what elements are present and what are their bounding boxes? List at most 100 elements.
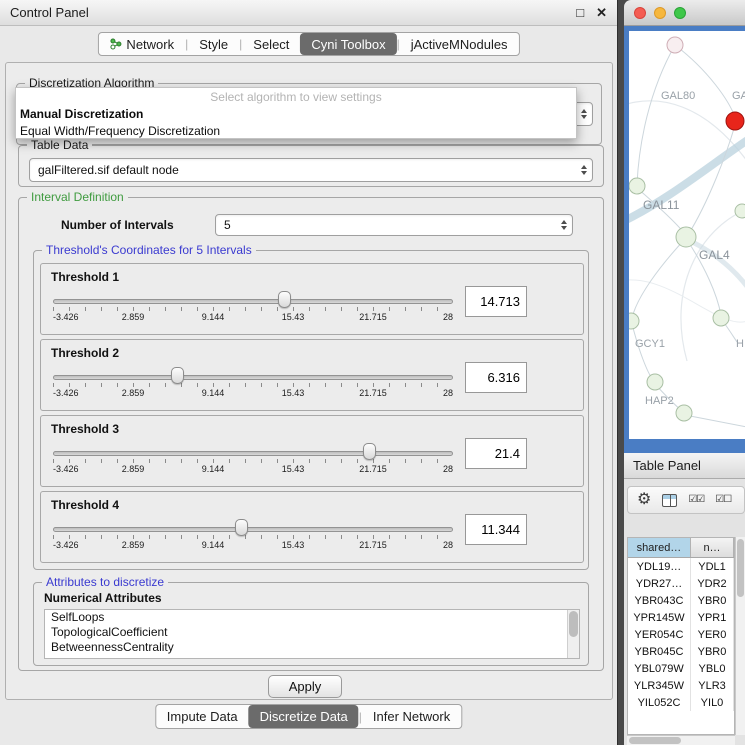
scale-label: -3.426 bbox=[53, 464, 79, 474]
threshold-3-slider[interactable]: -3.426 2.859 9.144 15.43 21.715 28 bbox=[53, 442, 453, 482]
screen: Control Panel □ ✕ Network | Style | Sele… bbox=[0, 0, 745, 745]
threshold-2-slider[interactable]: -3.426 2.859 9.144 15.43 21.715 28 bbox=[53, 366, 453, 406]
node-label: HAP2 bbox=[645, 395, 674, 407]
select-all-columns-icon[interactable]: ☑☑ bbox=[688, 495, 704, 505]
column-header-shared-name[interactable]: shared… bbox=[628, 538, 691, 557]
threshold-4-value-field[interactable]: 11.344 bbox=[465, 514, 527, 545]
table-cell[interactable]: YIL0 bbox=[691, 694, 734, 711]
list-item[interactable]: BetweennessCentrality bbox=[45, 640, 579, 655]
scrollbar-thumb[interactable] bbox=[737, 539, 744, 597]
table-cell[interactable]: YBR043C bbox=[628, 592, 691, 609]
close-traffic-light-icon[interactable] bbox=[634, 7, 646, 19]
table-cell[interactable]: YPR1 bbox=[691, 609, 734, 626]
network-node[interactable] bbox=[676, 405, 692, 421]
tab-impute-data[interactable]: Impute Data bbox=[156, 705, 249, 728]
scrollbar-thumb[interactable] bbox=[569, 611, 578, 637]
slider-thumb-icon[interactable] bbox=[363, 443, 376, 460]
threshold-4-slider[interactable]: -3.426 2.859 9.144 15.43 21.715 28 bbox=[53, 518, 453, 558]
number-of-intervals-label: Number of Intervals bbox=[61, 218, 174, 232]
threshold-label: Threshold 4 bbox=[51, 498, 119, 512]
slider-thumb-icon[interactable] bbox=[235, 519, 248, 536]
slider-ticks bbox=[53, 307, 453, 311]
node-label: GAL4 bbox=[699, 248, 730, 262]
slider-thumb-icon[interactable] bbox=[171, 367, 184, 384]
float-window-icon[interactable]: □ bbox=[576, 5, 584, 20]
table-cell[interactable]: YBR0 bbox=[691, 592, 734, 609]
network-node[interactable] bbox=[676, 227, 696, 247]
table-horizontal-scrollbar[interactable] bbox=[627, 735, 735, 745]
show-columns-icon[interactable] bbox=[662, 494, 677, 507]
apply-button[interactable]: Apply bbox=[268, 675, 342, 698]
minimize-traffic-light-icon[interactable] bbox=[654, 7, 666, 19]
node-attribute-table: shared… n… YDL19… YDL1 YDR27… YDR2 YBR04… bbox=[627, 537, 735, 735]
scrollbar-thumb[interactable] bbox=[629, 737, 681, 744]
list-scrollbar[interactable] bbox=[567, 610, 579, 658]
table-row: YDL19… YDL1 bbox=[628, 558, 734, 575]
tab-network[interactable]: Network bbox=[98, 33, 185, 55]
tab-infer-network[interactable]: Infer Network bbox=[362, 705, 461, 728]
table-cell[interactable]: YIL052C bbox=[628, 694, 691, 711]
slider-thumb-icon[interactable] bbox=[278, 291, 291, 308]
scale-label: 9.144 bbox=[202, 540, 225, 550]
network-edge bbox=[632, 239, 685, 318]
network-node[interactable] bbox=[713, 310, 729, 326]
table-toolbar: ⚙ ☑☑ ☑☐ bbox=[627, 486, 745, 514]
settings-gear-icon[interactable]: ⚙ bbox=[637, 492, 651, 508]
threshold-1-value-field[interactable]: 14.713 bbox=[465, 286, 527, 317]
network-node[interactable] bbox=[647, 374, 663, 390]
table-data-select[interactable]: galFiltered.sif default node bbox=[29, 158, 593, 182]
column-header-name[interactable]: n… bbox=[691, 538, 734, 557]
table-cell[interactable]: YPR145W bbox=[628, 609, 691, 626]
scale-label: 28 bbox=[443, 312, 453, 322]
network-node[interactable] bbox=[629, 178, 645, 194]
number-of-intervals-select[interactable]: 5 bbox=[215, 214, 573, 236]
cyni-toolbox-panel: Discretization Algorithm Select algorith… bbox=[5, 62, 613, 700]
tab-style[interactable]: Style bbox=[188, 33, 239, 55]
control-panel: Control Panel □ ✕ Network | Style | Sele… bbox=[0, 0, 618, 745]
scale-label: 2.859 bbox=[122, 540, 145, 550]
list-item[interactable]: TopologicalCoefficient bbox=[45, 625, 579, 640]
scale-label: 9.144 bbox=[202, 388, 225, 398]
network-node[interactable] bbox=[629, 313, 639, 329]
scale-label: 9.144 bbox=[202, 312, 225, 322]
numerical-attributes-label: Numerical Attributes bbox=[44, 591, 162, 605]
threshold-2-value-field[interactable]: 6.316 bbox=[465, 362, 527, 393]
table-cell[interactable]: YBR0 bbox=[691, 643, 734, 660]
close-icon[interactable]: ✕ bbox=[596, 5, 607, 21]
dropdown-option-equal-width-frequency[interactable]: Equal Width/Frequency Discretization bbox=[16, 122, 576, 139]
numerical-attributes-list[interactable]: SelfLoops TopologicalCoefficient Between… bbox=[44, 609, 580, 659]
table-cell[interactable]: YBR045C bbox=[628, 643, 691, 660]
clear-column-selection-icon[interactable]: ☑☐ bbox=[715, 495, 731, 505]
network-canvas[interactable]: GAL80 GA GAL11 GAL4 GCY1 H HAP2 bbox=[629, 31, 745, 439]
table-vertical-scrollbar[interactable] bbox=[735, 537, 745, 735]
table-cell[interactable]: YDR27… bbox=[628, 575, 691, 592]
list-item[interactable]: SelfLoops bbox=[45, 610, 579, 625]
tab-jactivemnodules[interactable]: jActiveMNodules bbox=[400, 33, 519, 55]
network-edge bbox=[637, 45, 675, 184]
table-cell[interactable]: YDL1 bbox=[691, 558, 734, 575]
tab-cyni-toolbox[interactable]: Cyni Toolbox bbox=[300, 33, 396, 55]
network-node[interactable] bbox=[735, 204, 745, 218]
table-cell[interactable]: YER054C bbox=[628, 626, 691, 643]
table-cell[interactable]: YBL0 bbox=[691, 660, 734, 677]
scale-label: -3.426 bbox=[53, 540, 79, 550]
table-cell[interactable]: YLR345W bbox=[628, 677, 691, 694]
table-cell[interactable]: YDR2 bbox=[691, 575, 734, 592]
network-node-selected[interactable] bbox=[726, 112, 744, 130]
slider-ticks bbox=[53, 383, 453, 387]
control-panel-title: Control Panel bbox=[10, 5, 564, 20]
table-cell[interactable]: YLR3 bbox=[691, 677, 734, 694]
scale-label: 21.715 bbox=[359, 540, 387, 550]
network-node[interactable] bbox=[667, 37, 683, 53]
tab-select[interactable]: Select bbox=[242, 33, 300, 55]
table-cell[interactable]: YBL079W bbox=[628, 660, 691, 677]
table-cell[interactable]: YER0 bbox=[691, 626, 734, 643]
threshold-3-value-field[interactable]: 21.4 bbox=[465, 438, 527, 469]
scale-label: 2.859 bbox=[122, 312, 145, 322]
network-window-titlebar[interactable] bbox=[624, 0, 745, 26]
threshold-1-slider[interactable]: -3.426 2.859 9.144 15.43 21.715 28 bbox=[53, 290, 453, 330]
tab-discretize-data[interactable]: Discretize Data bbox=[249, 705, 359, 728]
dropdown-option-manual-discretization[interactable]: Manual Discretization bbox=[16, 105, 576, 122]
table-cell[interactable]: YDL19… bbox=[628, 558, 691, 575]
zoom-traffic-light-icon[interactable] bbox=[674, 7, 686, 19]
